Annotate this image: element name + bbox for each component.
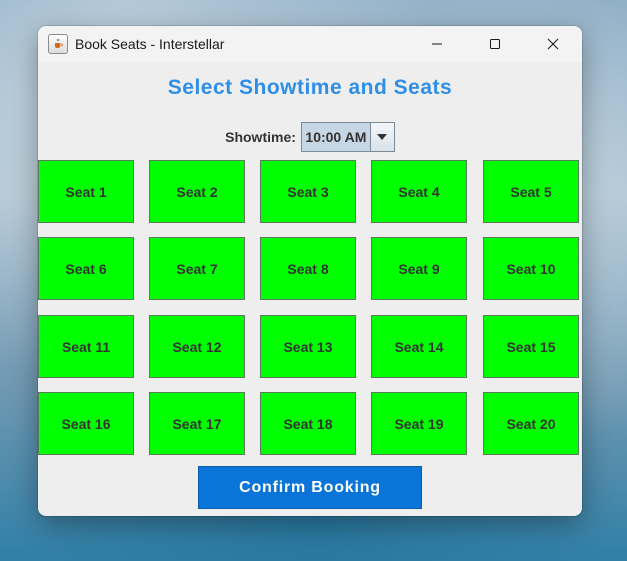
maximize-icon [490, 39, 500, 49]
booking-window: Book Seats - Interstellar Select Showtim… [38, 26, 582, 516]
confirm-booking-button[interactable]: Confirm Booking [198, 466, 422, 509]
seat-button-9[interactable]: Seat 9 [371, 237, 467, 300]
seat-button-12[interactable]: Seat 12 [149, 315, 245, 378]
seat-button-7[interactable]: Seat 7 [149, 237, 245, 300]
java-cup-icon [48, 34, 68, 54]
window-title: Book Seats - Interstellar [75, 36, 225, 52]
page-title: Select Showtime and Seats [167, 76, 453, 99]
showtime-select[interactable]: 10:00 AM [300, 122, 395, 152]
seat-button-1[interactable]: Seat 1 [38, 160, 134, 223]
minimize-icon [432, 43, 442, 45]
seat-button-11[interactable]: Seat 11 [38, 315, 134, 378]
dropdown-arrow-button[interactable] [370, 123, 394, 151]
seat-button-4[interactable]: Seat 4 [371, 160, 467, 223]
seat-button-16[interactable]: Seat 16 [38, 392, 134, 455]
close-button[interactable] [524, 26, 582, 62]
seat-button-3[interactable]: Seat 3 [260, 160, 356, 223]
chevron-down-icon [377, 134, 388, 140]
seat-button-17[interactable]: Seat 17 [149, 392, 245, 455]
seat-button-20[interactable]: Seat 20 [483, 392, 579, 455]
showtime-selected-value: 10:00 AM [301, 123, 371, 151]
maximize-button[interactable] [466, 26, 524, 62]
seat-button-13[interactable]: Seat 13 [260, 315, 356, 378]
showtime-row: Showtime: 10:00 AM [38, 122, 582, 152]
minimize-button[interactable] [408, 26, 466, 62]
seat-button-18[interactable]: Seat 18 [260, 392, 356, 455]
showtime-label: Showtime: [225, 129, 296, 145]
seat-button-14[interactable]: Seat 14 [371, 315, 467, 378]
seat-button-2[interactable]: Seat 2 [149, 160, 245, 223]
close-icon [547, 38, 559, 50]
seat-button-10[interactable]: Seat 10 [483, 237, 579, 300]
seat-button-15[interactable]: Seat 15 [483, 315, 579, 378]
seat-button-19[interactable]: Seat 19 [371, 392, 467, 455]
title-bar[interactable]: Book Seats - Interstellar [38, 26, 582, 62]
seat-button-6[interactable]: Seat 6 [38, 237, 134, 300]
seat-button-5[interactable]: Seat 5 [483, 160, 579, 223]
seat-button-8[interactable]: Seat 8 [260, 237, 356, 300]
